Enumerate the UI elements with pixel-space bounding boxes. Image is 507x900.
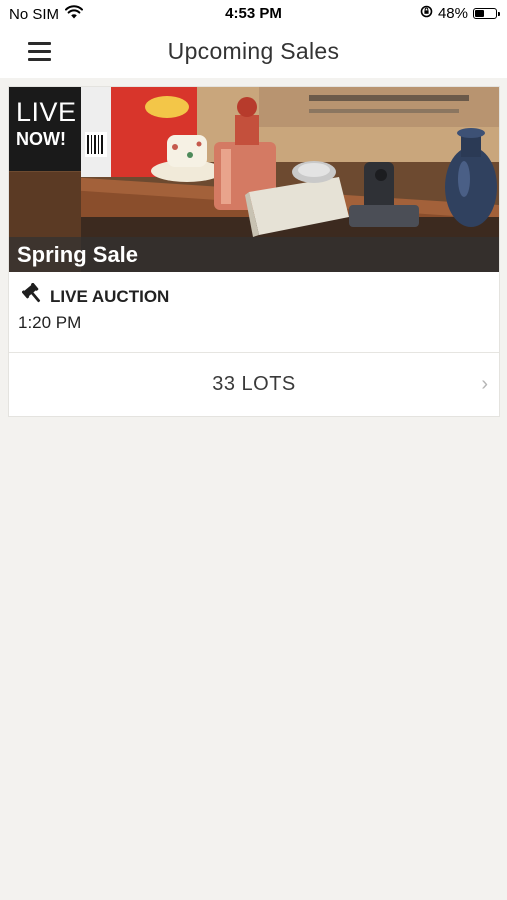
lots-count-label: 33 LOTS: [212, 373, 296, 395]
status-bar: No SIM 4:53 PM 48%: [0, 0, 507, 28]
sale-name-strip: Spring Sale: [9, 237, 499, 272]
live-now-badge: LIVE NOW!: [9, 87, 81, 171]
auction-type: LIVE AUCTION: [21, 282, 170, 310]
battery-icon: [473, 8, 500, 19]
page-title: Upcoming Sales: [167, 38, 340, 64]
lots-button[interactable]: 33 LOTS ›: [9, 353, 499, 416]
sale-name: Spring Sale: [17, 242, 139, 267]
sale-image[interactable]: LIVE NOW! Spring Sale: [9, 87, 499, 272]
battery-percent: 48%: [437, 5, 468, 22]
gavel-icon: [21, 282, 44, 310]
chevron-right-icon: ›: [481, 373, 488, 395]
sale-card[interactable]: LIVE NOW! Spring Sale LIVE AUCTION 1:20 …: [8, 86, 500, 417]
sale-time: 1:20 PM: [18, 313, 82, 332]
live-badge-line1: LIVE: [16, 97, 77, 127]
nav-bar: Upcoming Sales: [0, 28, 507, 78]
status-right: 48%: [420, 5, 500, 22]
orientation-lock-icon: [420, 5, 433, 22]
battery-fill: [475, 10, 484, 17]
auction-type-label: LIVE AUCTION: [50, 286, 170, 306]
live-badge-line2: NOW!: [16, 129, 66, 149]
